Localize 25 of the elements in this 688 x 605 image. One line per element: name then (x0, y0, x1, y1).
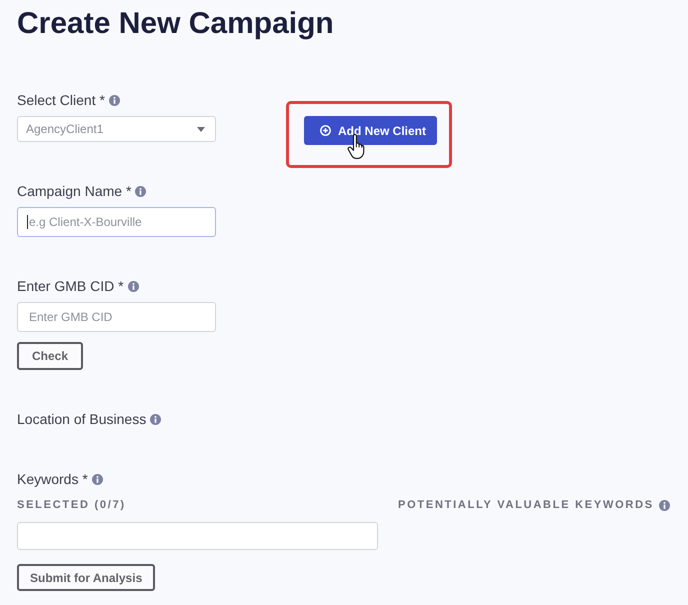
text-input[interactable]: e.g Client-X-Bourville (17, 207, 216, 237)
info-icon (128, 280, 139, 292)
page-title: Create New Campaign (17, 6, 334, 42)
text-input[interactable]: Enter GMB CID (17, 302, 216, 332)
info-icon (92, 474, 103, 484)
suggestions-heading: POTENTIALLY VALUABLE KEYWORDS (398, 498, 654, 512)
info-icon (108, 94, 120, 106)
selected-count-label: SELECTED (0/7) (17, 498, 126, 512)
field-label: Select Client * (17, 91, 105, 109)
info-icon (135, 186, 146, 196)
hand-cursor-icon (347, 134, 366, 159)
field-label: Enter GMB CID * (17, 277, 124, 295)
field-label: Campaign Name * (17, 182, 132, 200)
add-client-button[interactable]: Add New Client (304, 116, 437, 145)
keywords-input[interactable] (17, 522, 378, 550)
client-select[interactable]: AgencyClient1 (17, 116, 216, 142)
plus-circle-icon (320, 125, 331, 136)
check-button[interactable]: Check (17, 342, 84, 370)
info-icon (658, 500, 670, 510)
field-label: Keywords * (17, 470, 88, 488)
field-label: Location of Business (17, 410, 146, 428)
submit-button[interactable]: Submit for Analysis (17, 564, 156, 591)
info-icon (150, 414, 162, 424)
text-cursor-icon (27, 215, 28, 229)
caret-icon (197, 126, 205, 132)
